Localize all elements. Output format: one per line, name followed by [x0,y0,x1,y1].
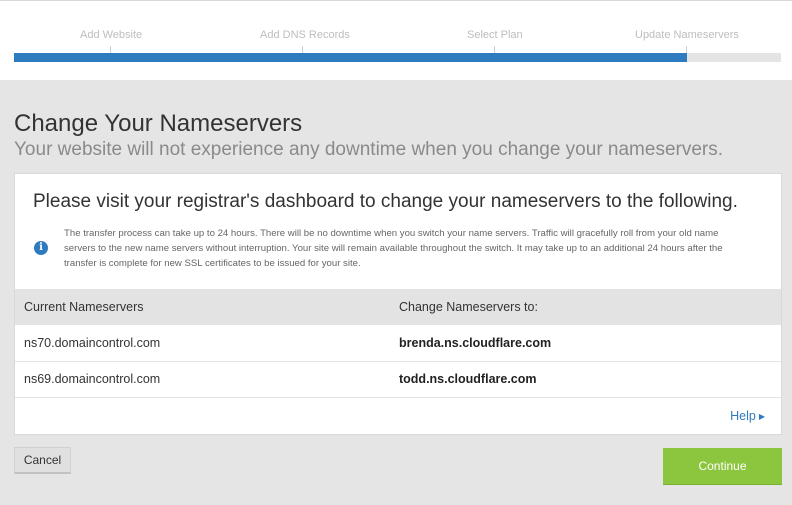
caret-right-icon: ▶ [758,412,765,421]
continue-button[interactable]: Continue [663,448,782,485]
help-label: Help [730,409,756,423]
step-add-dns-records: Add DNS Records [260,29,350,41]
step-select-plan: Select Plan [467,29,523,41]
column-header-new: Change Nameservers to: [390,289,781,325]
card-heading: Please visit your registrar's dashboard … [33,191,738,212]
progress-wizard: Add Website Add DNS Records Select Plan … [0,0,792,80]
table-row: ns70.domaincontrol.com brenda.ns.cloudfl… [15,325,781,362]
page-subtitle: Your website will not experience any dow… [14,139,724,160]
nameserver-table: Current Nameservers Change Nameservers t… [15,289,781,398]
info-icon: i [34,241,48,255]
progress-steps: Add Website Add DNS Records Select Plan … [0,29,792,45]
progress-bar [14,53,781,62]
step-tick [110,46,111,53]
current-nameserver: ns69.domaincontrol.com [15,361,390,398]
table-row: ns69.domaincontrol.com todd.ns.cloudflar… [15,361,781,398]
progress-bar-fill [14,53,687,62]
page-title: Change Your Nameservers [14,110,303,137]
new-nameserver: brenda.ns.cloudflare.com [390,325,781,362]
table-header-row: Current Nameservers Change Nameservers t… [15,289,781,325]
step-tick [686,46,687,53]
help-link[interactable]: Help ▶ [730,409,765,423]
step-update-nameservers: Update Nameservers [635,29,739,41]
cancel-button[interactable]: Cancel [14,447,71,474]
column-header-current: Current Nameservers [15,289,390,325]
current-nameserver: ns70.domaincontrol.com [15,325,390,362]
nameserver-card: Please visit your registrar's dashboard … [14,173,782,435]
step-tick [302,46,303,53]
step-tick [494,46,495,53]
step-add-website: Add Website [80,29,143,41]
new-nameserver: todd.ns.cloudflare.com [390,361,781,398]
transfer-info-text: The transfer process can take up to 24 h… [64,228,723,269]
